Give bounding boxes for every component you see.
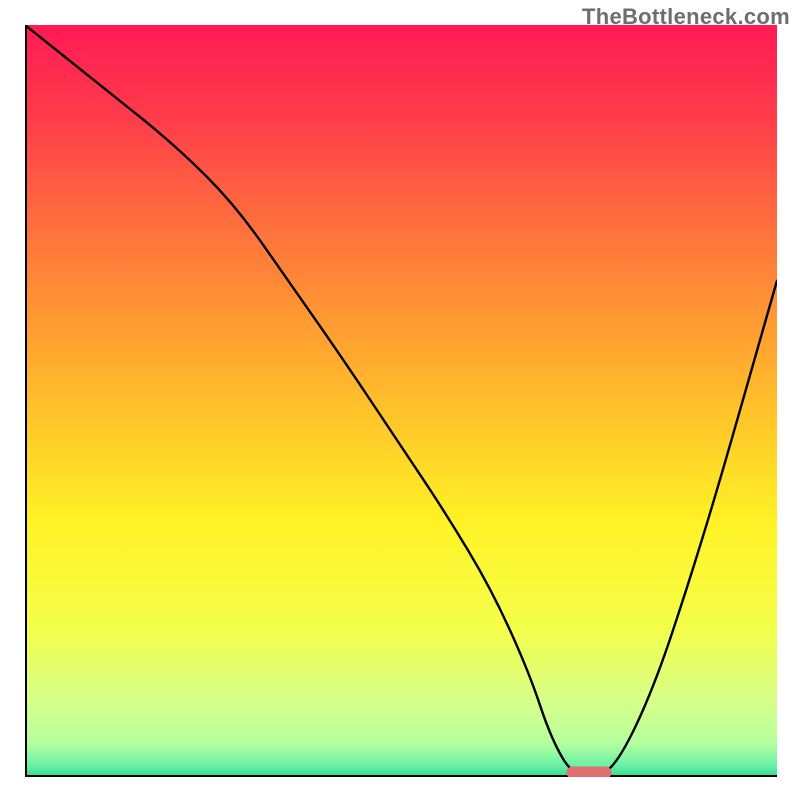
chart-container: TheBottleneck.com (0, 0, 800, 800)
plot-area (25, 25, 777, 777)
optimal-marker (566, 766, 611, 777)
chart-svg (25, 25, 777, 777)
chart-background (25, 25, 777, 777)
